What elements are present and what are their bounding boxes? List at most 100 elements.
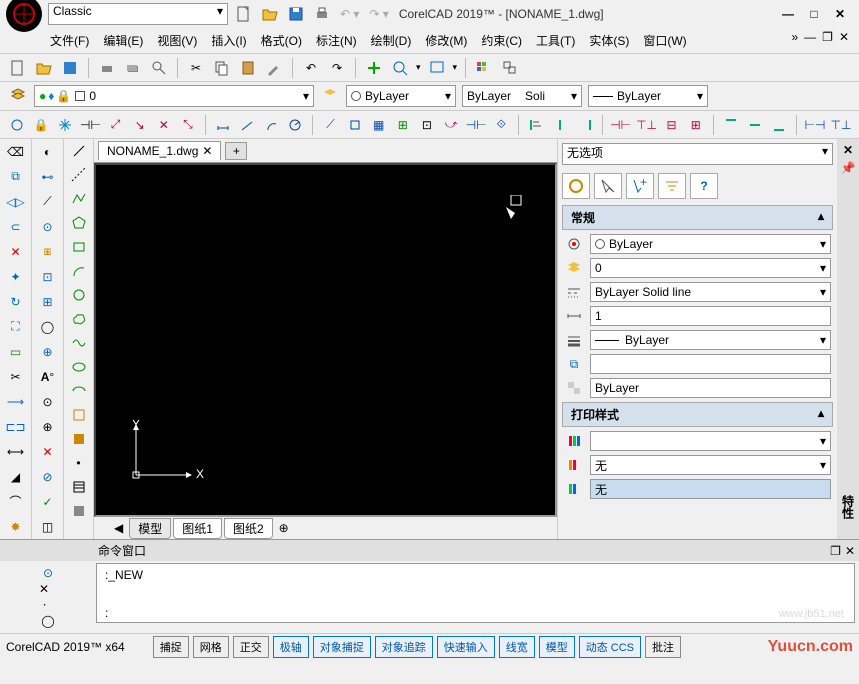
menu-overflow-icon[interactable]: » [791,30,798,44]
cmd-dock-icon[interactable]: ❐ [830,544,841,558]
move-button[interactable]: ✦ [4,266,28,287]
tool-a10[interactable]: ⊙ [36,391,60,412]
tool-a3[interactable]: ⟋ [36,191,60,212]
fillet-button[interactable]: ⌒ [4,491,28,512]
dropdown-icon[interactable]: ▾ [416,62,421,73]
tool-2[interactable]: ↘ [131,115,149,135]
polygon-button[interactable] [69,213,89,233]
spline-button[interactable] [69,333,89,353]
command-history[interactable]: :_NEW : www.jb51.net [96,563,855,623]
sheet-tab-2[interactable]: 图纸2 [224,518,273,539]
xline-button[interactable] [69,165,89,185]
hatch-button[interactable] [69,477,89,497]
cmd-tool-3[interactable]: ◯ [38,611,58,631]
properties-button[interactable] [474,58,494,78]
stretch-button[interactable]: ▭ [4,341,28,362]
dim-tool-10[interactable]: ⤻ [442,115,460,135]
point-button[interactable]: • [69,453,89,473]
tool-4[interactable]: ⤡ [179,115,197,135]
workspace-selector[interactable]: Classic ▾ [48,3,228,25]
dim-tool-5[interactable]: ⟋ [321,115,339,135]
select-objects-button[interactable] [594,173,622,199]
print-button[interactable] [97,58,117,78]
tool-a14[interactable]: ✓ [36,491,60,512]
tool-a9[interactable]: ⊕ [36,341,60,362]
tool-a11[interactable]: ⊕ [36,416,60,437]
pickadd-button[interactable]: + [626,173,654,199]
new-button[interactable] [8,58,28,78]
layer-off-button[interactable]: ⊣⊢ [80,115,100,135]
arc-button[interactable] [69,261,89,281]
redo-button[interactable]: ↷ [327,58,347,78]
status-ortho[interactable]: 正交 [233,636,269,658]
rotate-button[interactable]: ↻ [4,291,28,312]
status-anno[interactable]: 批注 [645,636,681,658]
dim-linear-button[interactable] [214,115,232,135]
tool-a6[interactable]: ⊡ [36,266,60,287]
dist-4-button[interactable]: ⊞ [687,115,705,135]
prop-printstyle3[interactable]: 无 [590,479,831,499]
make-block-button[interactable] [69,429,89,449]
dim-tool-9[interactable]: ⊡ [418,115,436,135]
chamfer-button[interactable]: ◢ [4,466,28,487]
mirror-button[interactable]: ◁▷ [4,191,28,212]
dim-radius-button[interactable] [286,115,304,135]
tool-a4[interactable]: ⊙ [36,216,60,237]
drawing-canvas[interactable]: X Y www.jb51.net [94,163,557,517]
open-icon[interactable] [262,6,278,22]
panel-close-icon[interactable]: ✕ [843,143,853,157]
mdi-restore-icon[interactable]: ❐ [822,30,833,44]
join-button[interactable]: ⟷ [4,441,28,462]
menu-insert[interactable]: 插入(I) [211,32,246,49]
undo-button[interactable]: ↶ [301,58,321,78]
status-dyn[interactable]: 快速输入 [437,636,495,658]
tool-a8[interactable]: ◯ [36,316,60,337]
prop-lineweight[interactable]: ByLayer▾ [590,330,831,350]
revcloud-button[interactable] [69,309,89,329]
ellipse-arc-button[interactable] [69,381,89,401]
status-grid[interactable]: 网格 [193,636,229,658]
menu-dimension[interactable]: 标注(N) [316,32,357,49]
pan-button[interactable] [364,58,384,78]
explode-button[interactable]: ✸ [4,516,28,537]
align-center-button[interactable] [551,115,569,135]
ellipse-button[interactable] [69,357,89,377]
prop-transparency[interactable]: ByLayer [590,378,831,398]
tool-1[interactable]: ⤢ [106,115,124,135]
trim-button[interactable]: ✂ [4,366,28,387]
layer-iso-button[interactable] [8,115,26,135]
gradient-button[interactable] [69,501,89,521]
layer-lock-button[interactable]: 🔒 [32,115,50,135]
print-preview-button[interactable] [123,58,143,78]
dim-tool-6[interactable] [345,115,363,135]
dim-aligned-button[interactable] [238,115,256,135]
tool-a12[interactable]: ✕ [36,441,60,462]
align-left-button[interactable] [527,115,545,135]
align-bot-button[interactable] [770,115,788,135]
extend-button[interactable]: ⟶ [4,391,28,412]
circle-button[interactable] [69,285,89,305]
paste-button[interactable] [238,58,258,78]
copy-button[interactable] [212,58,232,78]
print-icon[interactable] [314,6,330,22]
prop-scale[interactable]: 1 [590,306,831,326]
sheet-prev-icon[interactable]: ◀ [114,521,123,535]
status-ccs[interactable]: 动态 CCS [579,636,641,658]
align-top-button[interactable] [722,115,740,135]
quick-select-button[interactable] [562,173,590,199]
status-lwt[interactable]: 线宽 [499,636,535,658]
new-icon[interactable] [236,6,252,22]
cmd-tool-2[interactable]: ✕ㆍ [38,587,58,607]
status-osnap[interactable]: 对象捕捉 [313,636,371,658]
dist-v-button[interactable]: ⊤⊥ [637,115,657,135]
lineweight-selector[interactable]: ByLayer ▾ [588,85,708,107]
align-right-button[interactable] [575,115,593,135]
save-button[interactable] [60,58,80,78]
maximize-button[interactable]: □ [805,6,823,22]
status-otrack[interactable]: 对象追踪 [375,636,433,658]
prop-layer[interactable]: 0▾ [590,258,831,278]
dim-tool-7[interactable]: ▦ [370,115,388,135]
panel-pin-icon[interactable]: 📌 [841,161,856,175]
dropdown-icon[interactable]: ▾ [453,62,458,73]
layer-freeze-button[interactable] [56,115,74,135]
